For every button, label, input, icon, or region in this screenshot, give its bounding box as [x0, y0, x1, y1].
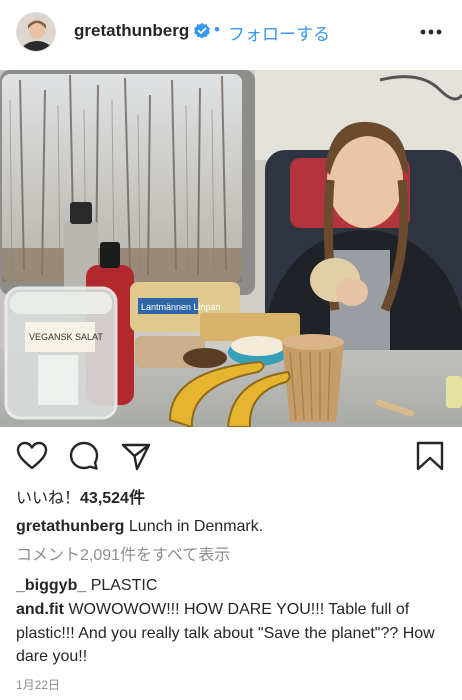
comment-username[interactable]: _biggyb_: [16, 577, 86, 594]
caption-text: Lunch in Denmark.: [128, 518, 264, 535]
post-username[interactable]: gretathunberg: [74, 21, 189, 41]
salad-jar-label: VEGANSK SALAT: [29, 332, 103, 342]
likes-prefix: いいね！: [16, 490, 81, 507]
header-separator: •: [214, 20, 220, 39]
post-actions: [0, 432, 462, 476]
post-caption: gretathunberg Lunch in Denmark.: [16, 517, 448, 537]
comment-item: _biggyb_ PLASTIC: [16, 575, 448, 597]
share-icon[interactable]: [120, 440, 152, 472]
comment-username[interactable]: and.fit: [16, 601, 64, 618]
more-options-icon[interactable]: [418, 22, 444, 42]
bookmark-icon[interactable]: [414, 440, 446, 472]
train-lunch-photo: Lantmännen Linpan VEGANSK SALAT: [0, 70, 462, 427]
view-all-comments-link[interactable]: コメント2,091件をすべて表示: [16, 541, 230, 565]
comment-text: PLASTIC: [90, 577, 158, 594]
avatar[interactable]: [16, 12, 56, 52]
post-header: gretathunberg • フォローする: [0, 0, 462, 64]
post-photo[interactable]: Lantmännen Linpan VEGANSK SALAT: [0, 70, 462, 427]
comment-text: WOWOWOW!!! HOW DARE YOU!!! Table full of…: [16, 601, 435, 665]
bread-bag-label: Lantmännen Linpan: [141, 302, 221, 312]
comment-item: and.fit WOWOWOW!!! HOW DARE YOU!!! Table…: [16, 598, 446, 669]
follow-button[interactable]: フォローする: [228, 20, 330, 45]
post-date: 1月22日: [16, 678, 61, 692]
likes-count[interactable]: いいね！43,524件: [16, 484, 145, 508]
caption-username[interactable]: gretathunberg: [16, 518, 124, 535]
heart-icon[interactable]: [16, 440, 48, 472]
likes-number: 43,524件: [80, 490, 145, 507]
verified-badge-icon: [194, 22, 210, 39]
comment-icon[interactable]: [68, 440, 100, 472]
avatar-image: [17, 13, 55, 51]
